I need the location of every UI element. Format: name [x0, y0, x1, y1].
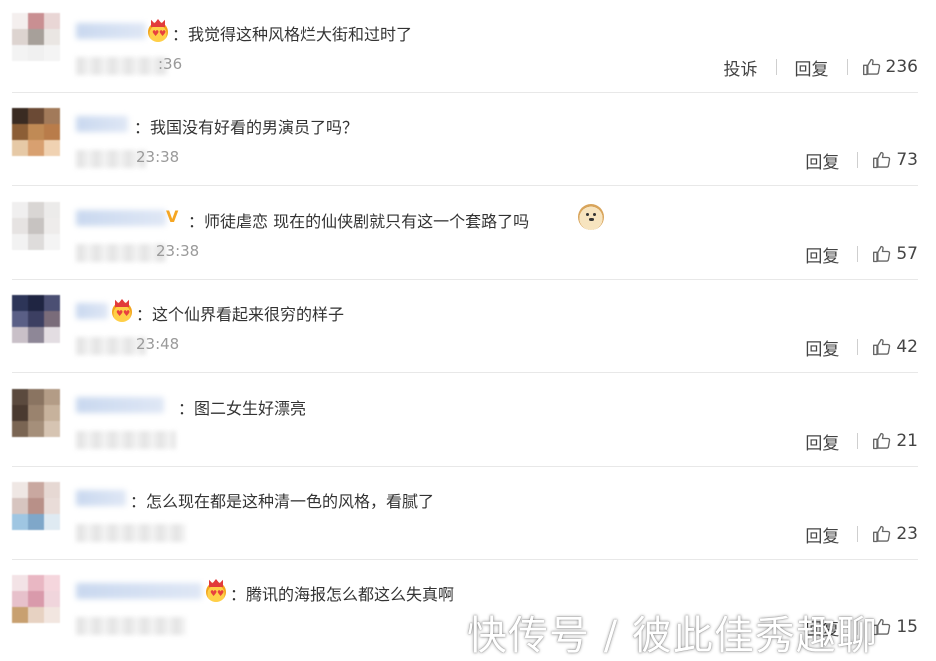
- reply-button[interactable]: 回复: [805, 335, 839, 360]
- avatar[interactable]: [12, 13, 60, 61]
- divider: [857, 246, 859, 262]
- username-link[interactable]: [76, 116, 128, 132]
- comment-item: ：我国没有好看的男演员了吗？ 23:38 回复 73: [0, 93, 936, 186]
- divider: [846, 59, 848, 75]
- avatar[interactable]: [12, 108, 60, 156]
- timestamp-blurred: [76, 431, 176, 449]
- divider: [857, 433, 859, 449]
- divider: [857, 339, 859, 355]
- divider: [857, 152, 859, 168]
- comment-item: V ：师徒虐恋 现在的仙侠剧就只有这一个套路了吗 23:38 回复 57: [0, 187, 936, 280]
- username-link[interactable]: [76, 210, 166, 226]
- reply-button[interactable]: 回复: [805, 148, 839, 173]
- comment-item: ：图二女生好漂亮回复 21: [0, 374, 936, 467]
- comment-actions: 投诉 回复 236: [706, 55, 918, 80]
- comment-text: ：腾讯的海报怎么都这么失真啊: [230, 585, 455, 604]
- timestamp-blurred: [76, 244, 166, 262]
- comment-actions: 回复 57: [787, 242, 918, 267]
- report-button[interactable]: 投诉: [724, 55, 758, 80]
- like-button[interactable]: 23: [872, 524, 918, 544]
- reply-button[interactable]: 回复: [795, 55, 829, 80]
- timestamp-blurred: [76, 57, 168, 75]
- like-button[interactable]: 15: [872, 617, 918, 637]
- thumbs-up-icon: [873, 432, 891, 450]
- like-count: 236: [885, 57, 918, 77]
- username-link[interactable]: [76, 490, 126, 506]
- comment-actions: 回复 42: [787, 335, 918, 360]
- like-count: 73: [896, 150, 918, 170]
- divider: [12, 185, 918, 186]
- comment-item: ：怎么现在都是这种清一色的风格，看腻了回复 23: [0, 467, 936, 560]
- divider: [857, 526, 859, 542]
- reply-button[interactable]: 回复: [805, 522, 839, 547]
- like-button[interactable]: 42: [872, 337, 918, 357]
- username-link[interactable]: [76, 583, 202, 599]
- username-link[interactable]: [76, 23, 146, 39]
- comment-item: ♥ ♥ ：我觉得这种风格烂大街和过时了 :36 投诉 回复 236: [0, 0, 936, 93]
- like-count: 23: [896, 524, 918, 544]
- thumbs-up-icon: [873, 338, 891, 356]
- timestamp: 23:48: [136, 335, 180, 353]
- comment-text: ：我国没有好看的男演员了吗？: [134, 118, 359, 137]
- like-button[interactable]: 21: [872, 431, 918, 451]
- divider: [12, 372, 918, 373]
- crown-badge-icon: ♥ ♥: [148, 19, 168, 42]
- divider: [775, 59, 777, 75]
- thumbs-up-icon: [862, 58, 880, 76]
- thumbs-up-icon: [873, 245, 891, 263]
- doge-emoji-icon: [578, 204, 604, 230]
- crown-badge-icon: ♥ ♥: [112, 299, 132, 322]
- like-button[interactable]: 236: [862, 57, 918, 77]
- avatar[interactable]: [12, 295, 60, 343]
- avatar[interactable]: [12, 389, 60, 437]
- timestamp: 23:38: [136, 148, 180, 166]
- watermark-text: 快传号 / 彼此佳秀趣聊: [467, 613, 878, 659]
- username-link[interactable]: [76, 303, 108, 319]
- comment-text: ：图二女生好漂亮: [178, 399, 307, 418]
- username-link[interactable]: [76, 397, 164, 413]
- like-count: 15: [896, 617, 918, 637]
- comment-text: ：师徒虐恋 现在的仙侠剧就只有这一个套路了吗: [188, 212, 530, 231]
- comment-text: ：怎么现在都是这种清一色的风格，看腻了: [130, 492, 435, 511]
- comment-actions: 回复 21: [787, 429, 918, 454]
- comment-text: ：这个仙界看起来很穷的样子: [136, 305, 345, 324]
- like-count: 57: [896, 244, 918, 264]
- thumbs-up-icon: [873, 151, 891, 169]
- avatar[interactable]: [12, 482, 60, 530]
- vip-badge-icon: V: [166, 207, 179, 226]
- timestamp-blurred: [76, 617, 186, 635]
- comment-actions: 回复 23: [787, 522, 918, 547]
- like-button[interactable]: 73: [872, 150, 918, 170]
- crown-badge-icon: ♥ ♥: [206, 579, 226, 602]
- avatar[interactable]: [12, 575, 60, 623]
- timestamp-blurred: [76, 524, 186, 542]
- thumbs-up-icon: [873, 525, 891, 543]
- like-count: 42: [896, 337, 918, 357]
- comment-actions: 回复 73: [787, 148, 918, 173]
- like-count: 21: [896, 431, 918, 451]
- avatar[interactable]: [12, 202, 60, 250]
- like-button[interactable]: 57: [872, 244, 918, 264]
- timestamp: :36: [158, 55, 183, 73]
- comment-text: ：我觉得这种风格烂大街和过时了: [172, 25, 413, 44]
- reply-button[interactable]: 回复: [805, 429, 839, 454]
- comment-item: ♥ ♥ ：这个仙界看起来很穷的样子 23:48 回复 42: [0, 280, 936, 373]
- reply-button[interactable]: 回复: [805, 242, 839, 267]
- timestamp: 23:38: [156, 242, 200, 260]
